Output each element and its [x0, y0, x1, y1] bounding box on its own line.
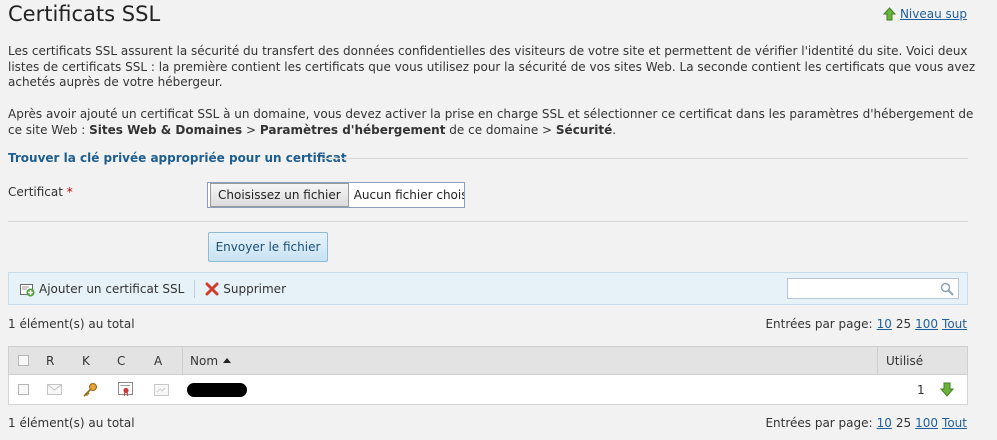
section-divider: [322, 158, 968, 159]
table-row: 1: [8, 375, 968, 405]
form-divider: [8, 221, 968, 222]
envelope-icon: [47, 375, 62, 404]
per-page-10[interactable]: 10: [877, 317, 892, 331]
per-page-100[interactable]: 100: [915, 416, 938, 430]
per-page-100[interactable]: 100: [915, 317, 938, 331]
section-title: Trouver la clé privée appropriée pour un…: [8, 151, 347, 165]
add-certificate-button[interactable]: Ajouter un certificat SSL: [9, 281, 194, 297]
total-count: 1 élément(s) au total: [8, 317, 135, 331]
per-page-label: Entrées par page:: [765, 317, 873, 331]
table-header: R K C A Nom Utilisé: [8, 346, 968, 375]
total-count: 1 élément(s) au total: [8, 416, 135, 430]
used-count: 1: [917, 382, 925, 397]
per-page-25: 25: [895, 416, 912, 430]
add-certificate-icon: [20, 283, 35, 296]
column-k: K: [82, 353, 90, 368]
column-separator: [182, 347, 183, 374]
key-icon: [82, 375, 98, 404]
certificate-field-label: Certificat *: [8, 185, 73, 199]
certificate-icon: [118, 375, 133, 404]
sort-ascending-icon: [223, 358, 232, 363]
delete-button[interactable]: Supprimer: [195, 282, 296, 296]
column-name[interactable]: Nom: [190, 347, 232, 374]
search-input[interactable]: [787, 278, 959, 299]
file-input[interactable]: Choisissez un fichier Aucun fichier choi…: [207, 182, 465, 208]
per-page-selector: Entrées par page: 10 25 100 Tout: [765, 416, 967, 430]
instruction-paragraph: Après avoir ajouté un certificat SSL à u…: [8, 107, 974, 137]
select-all-checkbox[interactable]: [18, 347, 29, 374]
up-level-link[interactable]: Niveau sup: [882, 7, 967, 21]
per-page-all[interactable]: Tout: [942, 317, 967, 331]
per-page-label: Entrées par page:: [765, 416, 873, 430]
column-a: A: [154, 353, 163, 368]
certificate-name-redacted[interactable]: [187, 375, 247, 404]
download-arrow-icon[interactable]: [940, 375, 954, 404]
per-page-selector: Entrées par page: 10 25 100 Tout: [765, 317, 967, 331]
required-mark: *: [66, 185, 73, 199]
column-r: R: [46, 353, 55, 368]
ca-icon: [154, 375, 169, 404]
no-file-text: Aucun fichier choisi: [353, 188, 465, 202]
column-name-label: Nom: [190, 353, 219, 368]
intro-paragraph: Les certificats SSL assurent la sécurité…: [8, 44, 976, 89]
delete-label: Supprimer: [223, 281, 286, 296]
add-certificate-label: Ajouter un certificat SSL: [39, 281, 185, 296]
redaction-mark: [187, 382, 247, 397]
per-page-all[interactable]: Tout: [942, 416, 967, 430]
row-checkbox[interactable]: [18, 375, 29, 404]
list-toolbar: Ajouter un certificat SSL Supprimer: [8, 272, 968, 305]
column-used: Utilisé: [886, 353, 924, 368]
up-level-label: Niveau sup: [899, 7, 967, 21]
per-page-25: 25: [895, 317, 912, 331]
page-title: Certificats SSL: [8, 2, 161, 26]
delete-x-icon: [205, 282, 219, 295]
choose-file-button[interactable]: Choisissez un fichier: [210, 183, 349, 207]
column-separator: [877, 347, 878, 374]
certificates-table: R K C A Nom Utilisé 1: [8, 346, 968, 405]
arrow-up-icon: [882, 7, 896, 21]
search-icon[interactable]: [940, 282, 954, 296]
column-c: C: [117, 353, 126, 368]
per-page-10[interactable]: 10: [877, 416, 892, 430]
send-file-button[interactable]: Envoyer le fichier: [208, 232, 328, 262]
